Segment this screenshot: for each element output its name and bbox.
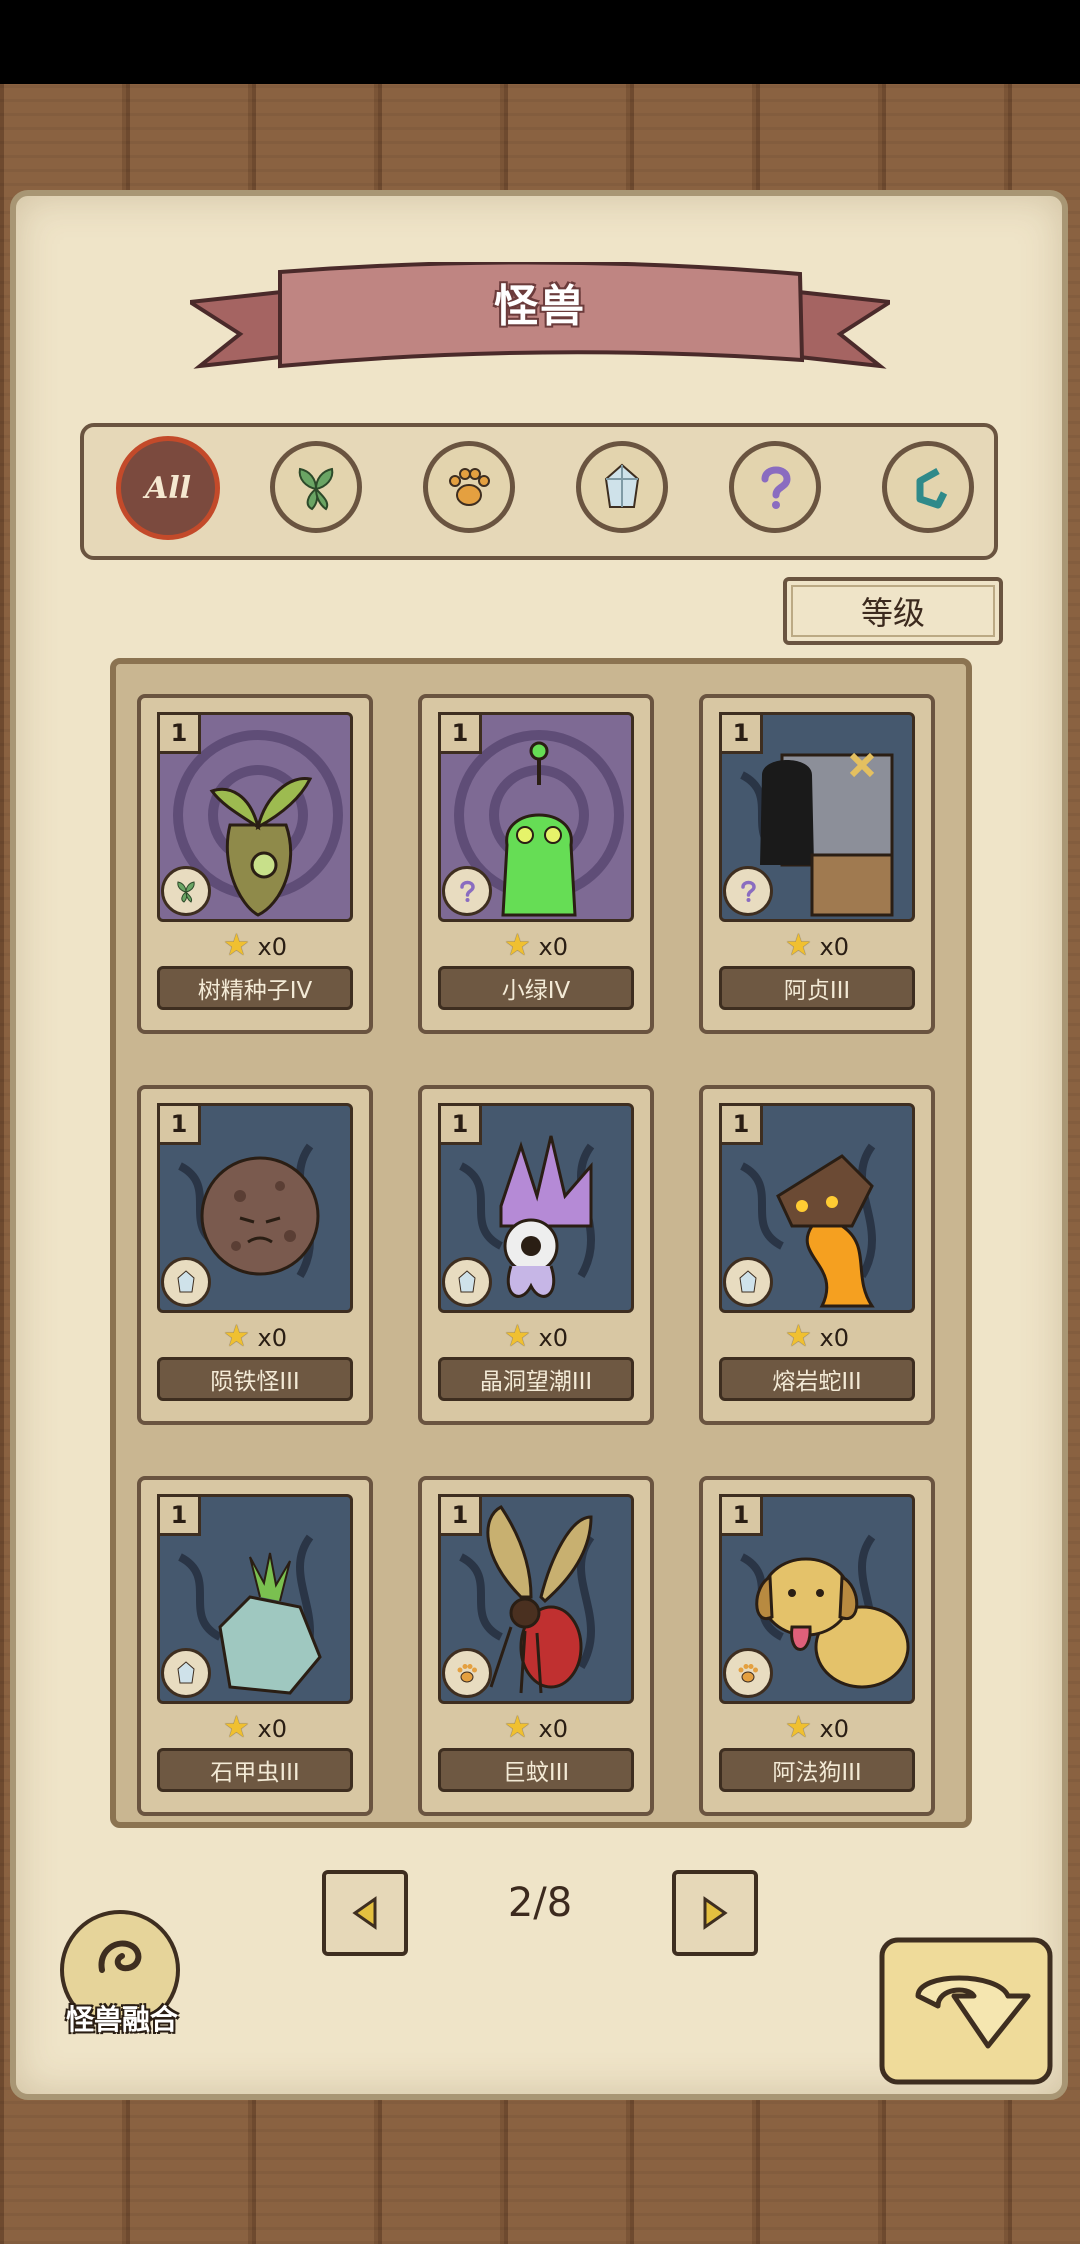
level-badge: 1 (719, 1494, 763, 1536)
screen-title: 怪兽 (494, 281, 586, 332)
element-badge (442, 866, 492, 916)
star-count: ★ x0 (703, 1319, 931, 1354)
leaf-icon (298, 467, 334, 511)
star-count-value: x0 (538, 1715, 569, 1743)
back-arrow-button[interactable] (878, 1936, 1054, 2086)
star-count-value: x0 (538, 933, 569, 961)
monster-name: 树精种子IV (157, 966, 353, 1010)
element-badge (723, 1648, 773, 1698)
question-icon (741, 880, 756, 902)
paw-icon (738, 1664, 758, 1683)
star-count: ★ x0 (703, 928, 931, 963)
hook-icon (916, 467, 948, 509)
star-icon: ★ (503, 1319, 531, 1354)
element-badge (161, 1257, 211, 1307)
monster-card[interactable]: 1 ★ x0 石甲虫III (137, 1476, 373, 1816)
level-badge: 1 (438, 1103, 482, 1145)
monster-card[interactable]: 1 ★ x0 晶洞望潮III (418, 1085, 654, 1425)
monster-card[interactable]: 1 ★ x0 陨铁怪III (137, 1085, 373, 1425)
crystal-icon (177, 1661, 195, 1684)
crystal-icon (604, 463, 640, 508)
monster-name: 阿贞III (719, 966, 915, 1010)
element-badge (442, 1257, 492, 1307)
monster-name: 石甲虫III (157, 1748, 353, 1792)
monster-fusion-button[interactable]: 怪兽融合 (52, 1910, 192, 2050)
triangle-left-icon (352, 1896, 377, 1930)
monster-name: 阿法狗III (719, 1748, 915, 1792)
status-bar (0, 0, 1080, 84)
element-badge (161, 866, 211, 916)
monster-name: 熔岩蛇III (719, 1357, 915, 1401)
star-icon: ★ (784, 928, 812, 963)
triangle-right-icon (703, 1896, 728, 1930)
star-icon: ★ (784, 1319, 812, 1354)
monster-name: 小绿IV (438, 966, 634, 1010)
monster-card[interactable]: 1 ★ x0 阿法狗III (699, 1476, 935, 1816)
level-badge: 1 (157, 1103, 201, 1145)
filter-unknown-button[interactable] (729, 441, 821, 533)
star-count-value: x0 (257, 1324, 288, 1352)
monster-name: 陨铁怪III (157, 1357, 353, 1401)
next-page-button[interactable] (672, 1870, 758, 1956)
star-count: ★ x0 (141, 1319, 369, 1354)
question-icon (460, 880, 475, 902)
star-count-value: x0 (819, 933, 850, 961)
monster-card[interactable]: 1 ★ x0 熔岩蛇III (699, 1085, 935, 1425)
star-count-value: x0 (257, 1715, 288, 1743)
filter-all-label: All (144, 470, 192, 506)
level-badge: 1 (438, 1494, 482, 1536)
star-count-value: x0 (819, 1324, 850, 1352)
star-count: ★ x0 (422, 928, 650, 963)
monster-card[interactable]: 1 ★ x0 树精种子IV (137, 694, 373, 1034)
monster-name: 巨蚊III (438, 1748, 634, 1792)
element-badge (161, 1648, 211, 1698)
star-count-value: x0 (538, 1324, 569, 1352)
element-badge (442, 1648, 492, 1698)
monster-name: 晶洞望潮III (438, 1357, 634, 1401)
star-count-value: x0 (257, 933, 288, 961)
monster-card[interactable]: 1 ★ x0 阿贞III (699, 694, 935, 1034)
fusion-swirl-icon (98, 1940, 142, 1973)
prev-page-button[interactable] (322, 1870, 408, 1956)
level-badge: 1 (157, 712, 201, 754)
level-badge: 1 (719, 1103, 763, 1145)
filter-special-button[interactable] (882, 441, 974, 533)
paw-icon (449, 468, 490, 506)
star-icon: ★ (222, 928, 250, 963)
star-count: ★ x0 (703, 1710, 931, 1745)
star-count: ★ x0 (141, 928, 369, 963)
page-indicator: 2/8 (507, 1880, 573, 1926)
filter-beast-button[interactable] (423, 441, 515, 533)
monster-card[interactable]: 1 ★ x0 巨蚊III (418, 1476, 654, 1816)
crystal-icon (458, 1270, 476, 1293)
star-icon: ★ (784, 1710, 812, 1745)
level-badge: 1 (719, 712, 763, 754)
star-icon: ★ (222, 1710, 250, 1745)
star-count-value: x0 (819, 1715, 850, 1743)
fusion-label: 怪兽融合 (65, 2003, 178, 2036)
star-count: ★ x0 (141, 1710, 369, 1745)
star-count: ★ x0 (422, 1319, 650, 1354)
crystal-icon (177, 1270, 195, 1293)
level-badge: 1 (157, 1494, 201, 1536)
filter-all-button[interactable]: All (116, 436, 220, 540)
element-badge (723, 1257, 773, 1307)
star-icon: ★ (503, 928, 531, 963)
filter-mineral-button[interactable] (576, 441, 668, 533)
leaf-icon (177, 881, 195, 903)
question-icon (761, 466, 791, 509)
star-count: ★ x0 (422, 1710, 650, 1745)
star-icon: ★ (503, 1710, 531, 1745)
star-icon: ★ (222, 1319, 250, 1354)
level-badge: 1 (438, 712, 482, 754)
monster-card[interactable]: 1 ★ x0 小绿IV (418, 694, 654, 1034)
sort-level-button[interactable]: 等级 (783, 577, 1003, 645)
element-badge (723, 866, 773, 916)
filter-plant-button[interactable] (270, 441, 362, 533)
paw-icon (457, 1664, 477, 1683)
crystal-icon (739, 1270, 757, 1293)
